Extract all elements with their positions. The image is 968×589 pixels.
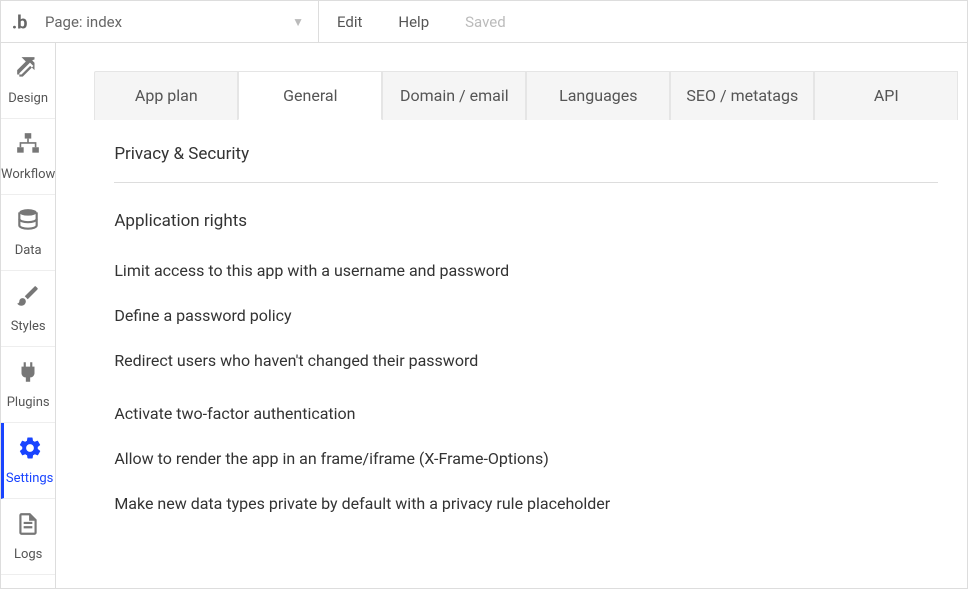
sidebar: Design Workflow Data Styles Plugins — [1, 43, 56, 588]
main-content: App plan General Domain / email Language… — [56, 43, 968, 588]
sidebar-item-settings[interactable]: Settings — [1, 423, 55, 499]
sidebar-item-label: Data — [15, 243, 42, 258]
sidebar-item-label: Logs — [14, 547, 42, 562]
sidebar-item-data[interactable]: Data — [1, 195, 55, 271]
section-title: Privacy & Security — [114, 144, 938, 183]
sidebar-item-design[interactable]: Design — [1, 43, 55, 119]
page-selector-label: Page: index — [45, 13, 122, 31]
plugins-icon — [15, 359, 41, 389]
setting-option[interactable]: Make new data types private by default w… — [114, 494, 938, 513]
sidebar-item-label: Settings — [6, 471, 53, 486]
gear-icon — [17, 435, 43, 465]
page-selector[interactable]: Page: index ▼ — [41, 1, 319, 43]
workflow-icon — [15, 131, 41, 161]
logo-icon[interactable]: .b — [1, 1, 41, 43]
setting-option[interactable]: Limit access to this app with a username… — [114, 261, 938, 280]
sidebar-item-label: Design — [8, 91, 48, 106]
sidebar-item-label: Workflow — [1, 167, 55, 182]
chevron-down-icon: ▼ — [292, 15, 304, 29]
tab-api[interactable]: API — [814, 71, 958, 120]
sidebar-item-label: Styles — [11, 319, 46, 334]
settings-section: Privacy & Security Application rights Li… — [94, 120, 958, 549]
setting-option[interactable]: Activate two-factor authentication — [114, 404, 938, 423]
tab-seo-metatags[interactable]: SEO / metatags — [670, 71, 814, 120]
menu-help[interactable]: Help — [380, 1, 447, 43]
logs-icon — [15, 511, 41, 541]
setting-option[interactable]: Allow to render the app in an frame/ifra… — [114, 449, 938, 468]
tabs: App plan General Domain / email Language… — [94, 71, 958, 120]
sidebar-item-label: Plugins — [7, 395, 50, 410]
tab-app-plan[interactable]: App plan — [94, 71, 238, 120]
data-icon — [15, 207, 41, 237]
sidebar-item-logs[interactable]: Logs — [1, 499, 55, 575]
sidebar-item-styles[interactable]: Styles — [1, 271, 55, 347]
section-subhead: Application rights — [114, 211, 938, 231]
tab-general[interactable]: General — [238, 71, 382, 120]
styles-icon — [15, 283, 41, 313]
sidebar-item-workflow[interactable]: Workflow — [1, 119, 55, 195]
menu-edit[interactable]: Edit — [319, 1, 380, 43]
design-icon — [15, 55, 41, 85]
setting-option[interactable]: Define a password policy — [114, 306, 938, 325]
svg-text:.b: .b — [12, 12, 28, 33]
setting-option[interactable]: Redirect users who haven't changed their… — [114, 351, 938, 370]
tab-languages[interactable]: Languages — [526, 71, 670, 120]
tab-domain-email[interactable]: Domain / email — [382, 71, 526, 120]
topbar: .b Page: index ▼ Edit Help Saved — [1, 1, 967, 43]
sidebar-item-plugins[interactable]: Plugins — [1, 347, 55, 423]
saved-status: Saved — [447, 1, 524, 43]
